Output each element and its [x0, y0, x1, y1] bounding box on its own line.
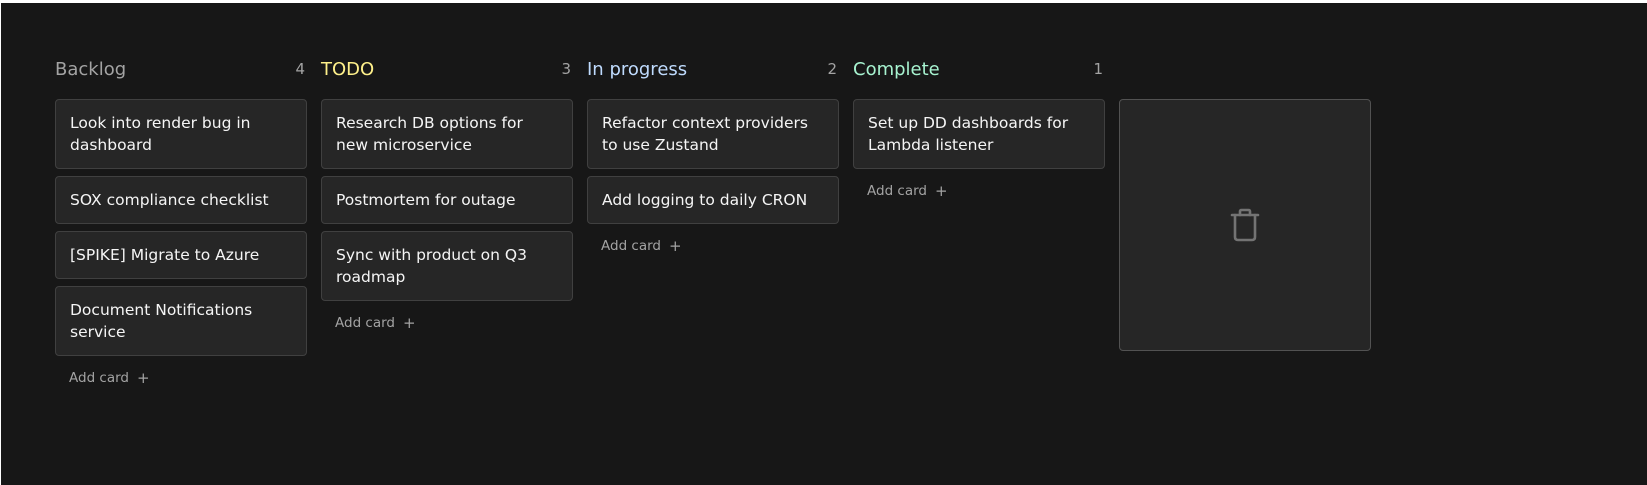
add-card-label: Add card [335, 315, 396, 331]
column-count: 2 [827, 60, 837, 78]
kanban-board: Backlog 4 Look into render bug in dashbo… [1, 3, 1647, 485]
add-card-button[interactable]: Add card + [867, 182, 948, 200]
column-backlog: Backlog 4 Look into render bug in dashbo… [55, 55, 307, 485]
task-card[interactable]: Add logging to daily CRON [587, 176, 839, 224]
task-card[interactable]: Sync with product on Q3 roadmap [321, 231, 573, 301]
task-card[interactable]: [SPIKE] Migrate to Azure [55, 231, 307, 279]
column-count: 1 [1093, 60, 1103, 78]
add-card-button[interactable]: Add card + [335, 314, 416, 332]
add-card-label: Add card [69, 370, 130, 386]
column-count: 4 [295, 60, 305, 78]
column-title: Complete [853, 58, 940, 80]
column-complete: Complete 1 Set up DD dashboards for Lamb… [853, 55, 1105, 485]
task-card[interactable]: Set up DD dashboards for Lambda listener [853, 99, 1105, 169]
column-header: TODO 3 [321, 55, 573, 83]
task-card[interactable]: Look into render bug in dashboard [55, 99, 307, 169]
column-title: TODO [321, 58, 375, 80]
task-card[interactable]: SOX compliance checklist [55, 176, 307, 224]
plus-icon: + [137, 369, 150, 387]
trash-drop-zone[interactable] [1119, 99, 1371, 351]
column-title: In progress [587, 58, 688, 80]
plus-icon: + [403, 314, 416, 332]
plus-icon: + [669, 237, 682, 255]
column-todo: TODO 3 Research DB options for new micro… [321, 55, 573, 485]
column-header: In progress 2 [587, 55, 839, 83]
add-card-label: Add card [867, 183, 928, 199]
column-header: Complete 1 [853, 55, 1105, 83]
add-card-button[interactable]: Add card + [601, 237, 682, 255]
trash-icon [1230, 208, 1260, 242]
column-title: Backlog [55, 58, 127, 80]
task-card[interactable]: Refactor context providers to use Zustan… [587, 99, 839, 169]
task-card[interactable]: Research DB options for new microservice [321, 99, 573, 169]
column-count: 3 [561, 60, 571, 78]
add-card-label: Add card [601, 238, 662, 254]
add-card-button[interactable]: Add card + [69, 369, 150, 387]
task-card[interactable]: Postmortem for outage [321, 176, 573, 224]
plus-icon: + [935, 182, 948, 200]
task-card[interactable]: Document Notifications service [55, 286, 307, 356]
column-header: Backlog 4 [55, 55, 307, 83]
column-in-progress: In progress 2 Refactor context providers… [587, 55, 839, 485]
